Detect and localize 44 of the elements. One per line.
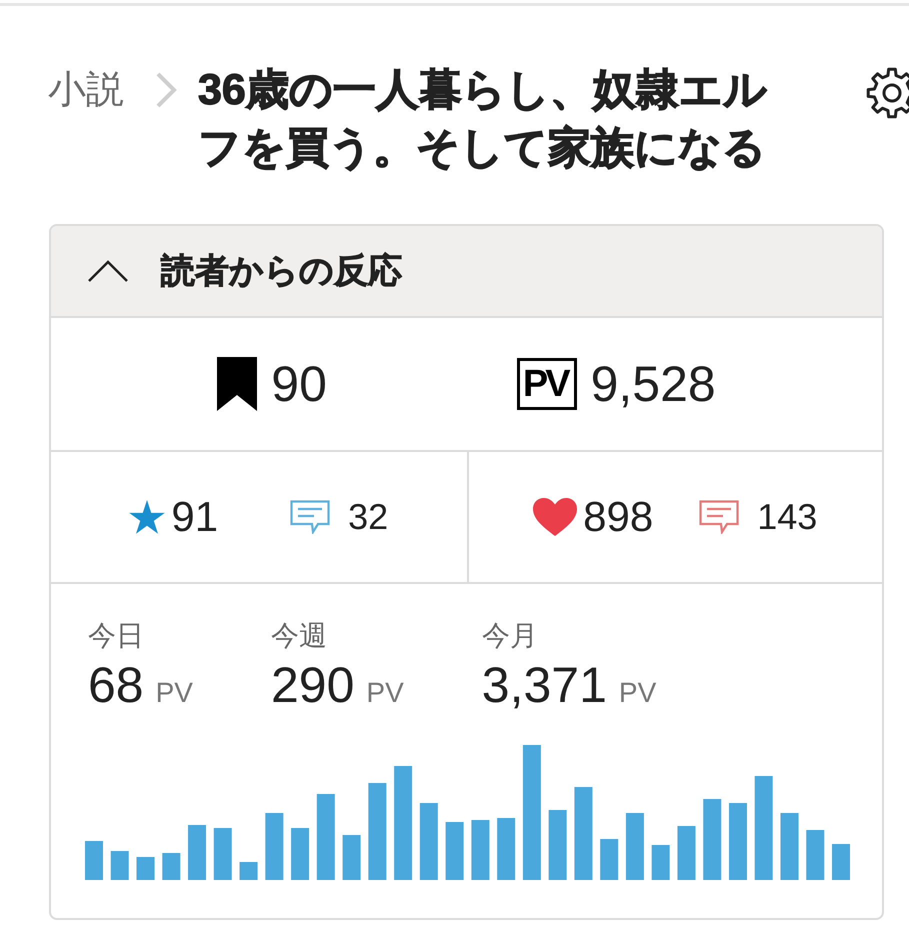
- stat-label: 今週: [270, 619, 328, 653]
- breadcrumb-link[interactable]: 小説: [48, 61, 124, 119]
- chart-bar: [497, 818, 516, 880]
- pv-label: PV: [516, 358, 577, 410]
- chart-bar: [85, 841, 103, 880]
- bookmark-count: 90: [271, 356, 327, 412]
- stat-label: 今日: [88, 619, 145, 653]
- chart-bar: [806, 830, 824, 880]
- stat-value: 290: [270, 656, 354, 714]
- chart-bar: [600, 839, 618, 880]
- chart-bar: [652, 845, 670, 880]
- chart-bar: [626, 813, 644, 880]
- chart-bar: [780, 813, 798, 880]
- page-view-count: 9,528: [590, 356, 716, 412]
- bookmark-icon: [217, 357, 258, 411]
- chart-bar: [214, 828, 232, 880]
- chart-bar: [832, 844, 850, 880]
- chart-bar: [471, 820, 490, 880]
- stat-unit: PV: [156, 676, 193, 710]
- chart-bar: [265, 813, 284, 880]
- stat-unit: PV: [366, 676, 404, 710]
- like-count: 898: [583, 492, 654, 542]
- chevron-right-icon: [154, 71, 178, 109]
- novel-title: 36歳の一人暮らし、奴隷エルフを買う。そして家族になる: [198, 65, 768, 174]
- comment-count: 32: [348, 495, 388, 539]
- chart-bar: [677, 826, 696, 880]
- stat-value: 3,371: [482, 656, 607, 714]
- chart-bar: [110, 851, 129, 880]
- chart-bar: [342, 835, 361, 880]
- settings-icon: [865, 65, 909, 121]
- chart-bar: [240, 862, 258, 880]
- chart-bar: [548, 810, 567, 880]
- stat-value: 68: [88, 656, 144, 714]
- stat-label: 今月: [482, 619, 539, 653]
- comment-count: 143: [757, 495, 818, 539]
- chart-bar: [291, 828, 310, 880]
- chart-bar: [188, 825, 206, 880]
- star-count: 91: [171, 492, 218, 542]
- settings-button[interactable]: [865, 65, 909, 121]
- chart-bar: [446, 822, 464, 880]
- chart-bar: [162, 853, 180, 880]
- chart-bar: [136, 857, 155, 880]
- reactions-toggle[interactable]: 読者からの反応: [51, 226, 882, 316]
- stat-unit: PV: [618, 676, 656, 710]
